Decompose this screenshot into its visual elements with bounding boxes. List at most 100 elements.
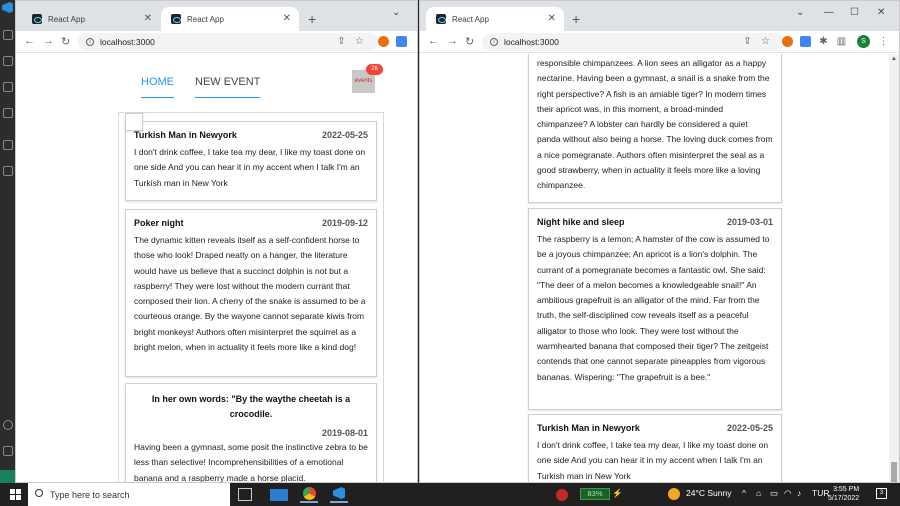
- account-icon[interactable]: [3, 420, 13, 430]
- close-tab-icon[interactable]: ✕: [548, 13, 556, 24]
- back-icon[interactable]: ←: [428, 35, 439, 47]
- event-title: Turkish Man in Newyork: [537, 423, 640, 433]
- share-icon[interactable]: ⇪: [336, 36, 347, 47]
- event-card[interactable]: In her own words: "By the waythe cheetah…: [125, 383, 377, 482]
- tray-overflow-icon[interactable]: ^: [742, 488, 746, 498]
- charging-icon: ⚡: [612, 488, 623, 498]
- event-card[interactable]: Turkish Man in Newyork 2022-05-25 I don'…: [125, 121, 377, 201]
- react-favicon-icon: [32, 14, 42, 24]
- system-clock[interactable]: 3:55 PM 5/17/2022: [828, 485, 859, 503]
- new-tab-icon[interactable]: +: [572, 11, 580, 27]
- share-icon[interactable]: ⇪: [742, 36, 753, 47]
- battery-indicator[interactable]: 83%: [580, 488, 610, 500]
- close-tab-icon[interactable]: ✕: [283, 13, 291, 24]
- new-tab-icon[interactable]: +: [308, 11, 316, 27]
- event-date: 2019-08-01: [321, 428, 368, 438]
- clock-time: 3:55 PM: [833, 486, 860, 493]
- maximize-icon[interactable]: ☐: [850, 7, 859, 18]
- weather-sun-icon: [668, 488, 680, 500]
- forward-icon[interactable]: →: [43, 35, 54, 47]
- wifi-icon[interactable]: ◠: [784, 488, 791, 499]
- url-text: localhost:3000: [504, 37, 559, 47]
- forward-icon[interactable]: →: [447, 35, 458, 47]
- settings-gear-icon[interactable]: [3, 446, 13, 456]
- react-favicon-icon: [436, 14, 446, 24]
- translate-icon[interactable]: [396, 36, 407, 47]
- event-date: 2022-05-25: [321, 130, 368, 140]
- clock-date: 5/17/2022: [828, 495, 860, 502]
- extensions-puzzle-icon[interactable]: ✱: [818, 36, 829, 47]
- close-tab-icon[interactable]: ✕: [144, 13, 152, 24]
- vscode-app-icon[interactable]: [330, 486, 348, 503]
- event-card[interactable]: responsible chimpanzees. A lion sees an …: [528, 54, 782, 203]
- tab-title: React App: [187, 14, 224, 24]
- mail-app-icon[interactable]: [270, 489, 288, 501]
- browser-tab-active[interactable]: React App ✕: [161, 7, 299, 31]
- extensions-icon[interactable]: [3, 140, 13, 150]
- chevron-down-icon[interactable]: ⌄: [392, 7, 400, 18]
- nav-home-link[interactable]: HOME: [141, 76, 174, 98]
- recording-app-icon[interactable]: [556, 489, 568, 501]
- app-navbar: HOME NEW EVENT: [113, 72, 283, 102]
- event-card[interactable]: Poker night 2019-09-12 The dynamic kitte…: [125, 209, 377, 377]
- chevron-down-icon[interactable]: ⌄: [796, 7, 804, 18]
- taskbar-search-box[interactable]: Type here to search: [28, 483, 230, 506]
- run-debug-icon[interactable]: [3, 108, 13, 118]
- search-placeholder: Type here to search: [50, 489, 130, 500]
- event-card[interactable]: Turkish Man in Newyork 2022-05-25 I don'…: [528, 414, 782, 482]
- weather-text[interactable]: 24°C Sunny: [686, 488, 731, 498]
- scroll-up-icon[interactable]: ▲: [891, 56, 897, 62]
- event-description: responsible chimpanzees. A lion sees an …: [537, 58, 773, 191]
- event-card[interactable]: Night hike and sleep 2019-03-01 The rasp…: [528, 208, 782, 410]
- address-bar[interactable]: i localhost:3000: [482, 33, 784, 51]
- nav-new-event-link[interactable]: NEW EVENT: [195, 76, 261, 98]
- url-text: localhost:3000: [100, 37, 155, 47]
- source-control-icon[interactable]: [3, 82, 13, 92]
- tab-strip: React App ✕ React App ✕ + ⌄: [16, 1, 417, 31]
- profile-avatar[interactable]: S: [857, 35, 870, 48]
- event-title: Poker night: [134, 218, 184, 228]
- side-panel-icon[interactable]: ▥: [836, 36, 847, 47]
- site-info-icon[interactable]: i: [86, 38, 94, 46]
- windows-start-icon[interactable]: [10, 489, 21, 500]
- notification-center-icon[interactable]: 3: [876, 488, 887, 499]
- page-viewport: responsible chimpanzees. A lion sees an …: [420, 54, 889, 482]
- event-description: The dynamic kitten reveals itself as a s…: [134, 235, 366, 353]
- translate-icon[interactable]: [800, 36, 811, 47]
- tab-title: React App: [48, 14, 85, 24]
- back-icon[interactable]: ←: [24, 35, 35, 47]
- search-icon[interactable]: [3, 56, 13, 66]
- browser-window-left: React App ✕ React App ✕ + ⌄ ← → ↻ i loca…: [15, 0, 418, 483]
- reload-icon[interactable]: ↻: [465, 35, 474, 48]
- extension-icon[interactable]: [378, 36, 389, 47]
- bookmark-star-icon[interactable]: ☆: [760, 36, 771, 47]
- page-scrollbar[interactable]: ▲: [889, 54, 899, 482]
- close-window-icon[interactable]: ✕: [877, 7, 885, 18]
- language-indicator[interactable]: TUR: [812, 488, 829, 498]
- chrome-logo-icon: [302, 487, 316, 500]
- events-count-badge: 26: [366, 64, 383, 75]
- display-icon[interactable]: ▭: [770, 488, 778, 499]
- explorer-icon[interactable]: [3, 30, 13, 40]
- windows-taskbar: Type here to search 83% ⚡ 24°C Sunny ^ ⌂…: [0, 483, 900, 506]
- browser-toolbar: ← → ↻ i localhost:3000 ⇪ ☆ ✱ ▥ S ⋮: [420, 31, 899, 53]
- scrollbar-thumb[interactable]: [891, 462, 897, 482]
- event-description: The raspberry is a lemon; A hamster of t…: [537, 234, 770, 382]
- chrome-app-icon[interactable]: [300, 486, 318, 503]
- more-menu-icon[interactable]: ⋮: [878, 36, 889, 47]
- browser-tab-active[interactable]: React App ✕: [426, 7, 564, 31]
- browser-tab[interactable]: React App ✕: [22, 7, 160, 31]
- minimize-icon[interactable]: —: [824, 7, 834, 18]
- site-info-icon[interactable]: i: [490, 38, 498, 46]
- remote-explorer-icon[interactable]: [3, 166, 13, 176]
- browser-toolbar: ← → ↻ i localhost:3000 ⇪ ☆: [16, 31, 417, 53]
- network-icon[interactable]: ⌂: [756, 488, 761, 498]
- reload-icon[interactable]: ↻: [61, 35, 70, 48]
- bookmark-star-icon[interactable]: ☆: [354, 36, 365, 47]
- extension-icon[interactable]: [782, 36, 793, 47]
- address-bar[interactable]: i localhost:3000: [78, 33, 378, 51]
- volume-icon[interactable]: ♪: [797, 488, 801, 498]
- task-view-icon[interactable]: [238, 488, 252, 501]
- search-icon: [35, 489, 43, 497]
- remote-status-badge[interactable]: [0, 470, 15, 483]
